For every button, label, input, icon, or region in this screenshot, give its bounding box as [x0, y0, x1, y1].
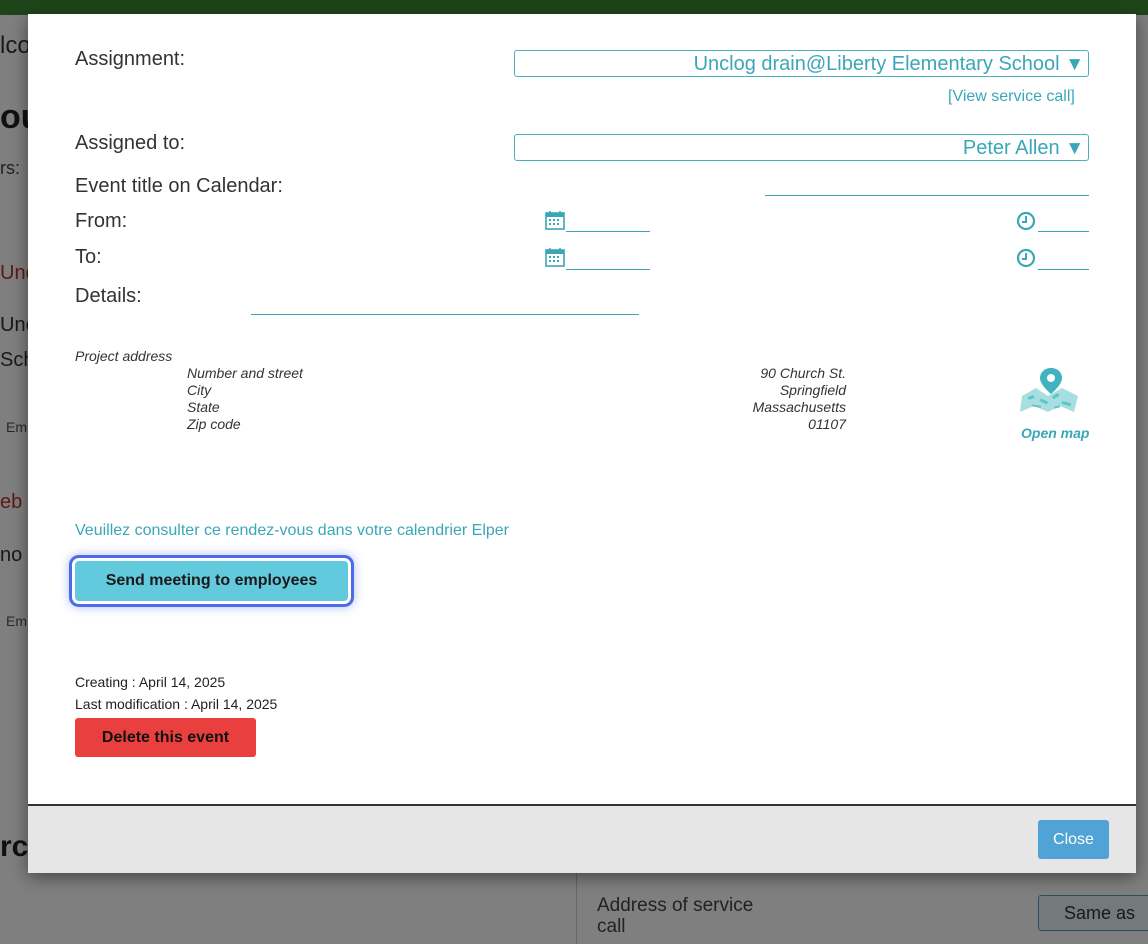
- street-value: 90 Church St.: [760, 365, 846, 381]
- delete-event-button[interactable]: Delete this event: [75, 718, 256, 757]
- assignment-select-value: Unclog drain@Liberty Elementary School: [693, 53, 1060, 75]
- calendar-icon[interactable]: [545, 210, 565, 230]
- project-address-heading: Project address: [75, 348, 173, 364]
- created-date: Creating : April 14, 2025: [75, 674, 226, 690]
- from-time-input[interactable]: [1038, 231, 1089, 232]
- event-title-label: Event title on Calendar:: [75, 175, 283, 197]
- from-label: From:: [75, 210, 128, 232]
- map-pin-icon[interactable]: [1018, 366, 1084, 414]
- assignment-select[interactable]: Unclog drain@Liberty Elementary School ▼: [514, 50, 1089, 77]
- chevron-down-icon: ▼: [1065, 138, 1084, 159]
- clock-icon[interactable]: [1016, 211, 1036, 231]
- zip-value: 01107: [808, 416, 846, 432]
- zip-label: Zip code: [187, 416, 241, 432]
- assigned-to-select-value: Peter Allen: [962, 137, 1060, 159]
- city-value: Springfield: [779, 382, 846, 398]
- open-map-link[interactable]: Open map: [1021, 425, 1089, 441]
- event-title-input[interactable]: [765, 195, 1089, 196]
- from-date-input[interactable]: [566, 231, 650, 232]
- chevron-down-icon: ▼: [1065, 54, 1084, 75]
- state-label: State: [187, 399, 220, 415]
- state-value: Massachusetts: [752, 399, 846, 415]
- assignment-label: Assignment:: [75, 48, 186, 70]
- to-label: To:: [75, 246, 102, 268]
- to-time-input[interactable]: [1038, 269, 1089, 270]
- city-label: City: [187, 382, 212, 398]
- assigned-to-select[interactable]: Peter Allen ▼: [514, 134, 1089, 161]
- details-label: Details:: [75, 285, 142, 307]
- view-service-call-link[interactable]: [View service call]: [948, 88, 1075, 106]
- event-modal: Assignment: Unclog drain@Liberty Element…: [28, 14, 1136, 873]
- calendar-icon[interactable]: [545, 247, 565, 267]
- clock-icon[interactable]: [1016, 248, 1036, 268]
- to-date-input[interactable]: [566, 269, 650, 270]
- street-label: Number and street: [187, 365, 303, 381]
- send-meeting-button[interactable]: Send meeting to employees: [75, 561, 348, 601]
- close-button[interactable]: Close: [1038, 820, 1109, 859]
- modal-footer: Close: [28, 804, 1136, 873]
- assigned-to-label: Assigned to:: [75, 132, 186, 154]
- consult-calendar-text: Veuillez consulter ce rendez-vous dans v…: [75, 522, 510, 539]
- details-input[interactable]: [251, 314, 639, 315]
- modal-body: Assignment: Unclog drain@Liberty Element…: [28, 14, 1136, 804]
- last-modified-date: Last modification : April 14, 2025: [75, 696, 278, 712]
